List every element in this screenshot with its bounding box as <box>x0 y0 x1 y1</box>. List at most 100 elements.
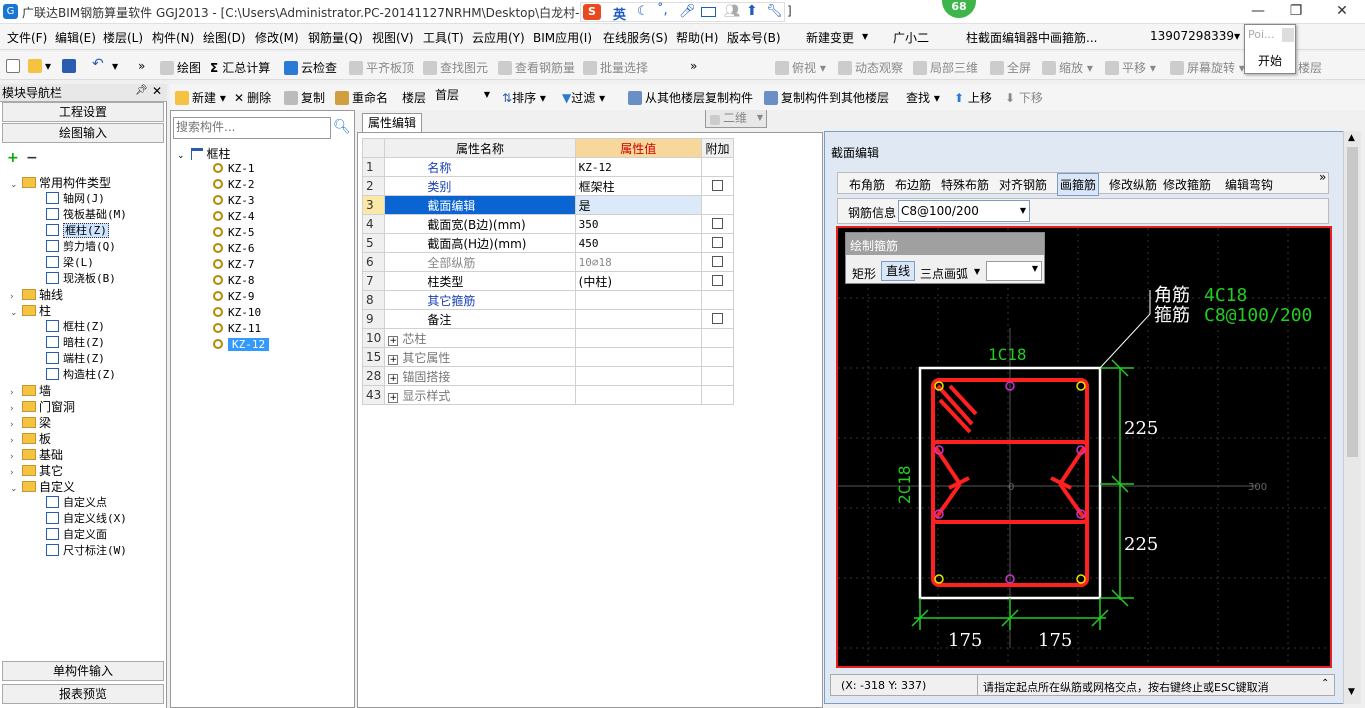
scroll-up-icon[interactable]: ▲ <box>1348 133 1355 143</box>
more-icon[interactable]: » <box>138 59 145 73</box>
component-item[interactable]: KZ-10 <box>213 305 261 319</box>
property-name[interactable]: + 锚固搭接 <box>384 366 576 386</box>
cloud-check-button[interactable]: 云检查 <box>284 59 337 76</box>
tree-collapse-icon[interactable]: ⌄ <box>10 180 22 190</box>
tree-collapse-icon[interactable]: ⌄ <box>177 151 185 161</box>
property-value[interactable]: (中柱) <box>574 271 702 291</box>
nav-tree-item[interactable]: 端柱(Z) <box>46 350 105 366</box>
section-tab[interactable]: 对齐钢筋 <box>999 176 1047 193</box>
draw-mode-arc[interactable]: 三点画弧 <box>920 265 968 282</box>
copy-button[interactable]: 复制 <box>284 89 325 106</box>
pan-button[interactable]: 平移 ▾ <box>1105 59 1156 76</box>
expand-icon[interactable]: + <box>388 354 399 365</box>
single-input-button[interactable]: 单构件输入 <box>2 661 164 681</box>
property-value[interactable]: 450 <box>574 233 702 253</box>
move-up-button[interactable]: ⬆ 上移 <box>954 89 992 106</box>
nav-tree-item[interactable]: ⌄ 自定义 <box>10 478 75 495</box>
menu-modify[interactable]: 修改(M) <box>255 29 299 46</box>
property-value[interactable] <box>574 290 702 310</box>
nav-tree-item[interactable]: › 其它 <box>10 462 63 479</box>
rename-button[interactable]: 重命名 <box>335 89 388 106</box>
property-name[interactable]: 类别 <box>384 176 576 196</box>
rebar-info-select[interactable]: C8@100/200 ▼ <box>898 200 1030 222</box>
dynamic-view-button[interactable]: 动态观察 <box>838 59 903 76</box>
nav-tree-item[interactable]: › 梁 <box>10 414 51 431</box>
ime-mode-label[interactable]: 英 <box>613 4 626 23</box>
sogou-icon[interactable]: S <box>583 4 601 20</box>
property-value[interactable]: 350 <box>574 214 702 234</box>
draw-mode-rectangle[interactable]: 矩形 <box>852 265 876 282</box>
summary-button[interactable]: Σ 汇总计算 <box>210 59 270 76</box>
property-edit-tab[interactable]: 属性编辑 <box>362 113 422 133</box>
filter-button[interactable]: ▼过滤 ▾ <box>562 89 605 106</box>
component-item[interactable]: KZ-7 <box>213 257 255 271</box>
scroll-thumb[interactable] <box>1347 147 1358 457</box>
section-tab[interactable]: 特殊布筋 <box>941 176 989 193</box>
nav-tree-item[interactable]: › 墙 <box>10 382 51 399</box>
menu-view[interactable]: 视图(V) <box>372 29 414 46</box>
extra-checkbox[interactable] <box>711 275 723 286</box>
drawing-input-button[interactable]: 绘图输入 <box>2 123 164 143</box>
scroll-down-icon[interactable]: ▼ <box>1348 687 1355 697</box>
extra-checkbox[interactable] <box>711 313 723 324</box>
floor-select[interactable]: 首层 ▼ <box>432 87 492 105</box>
nav-tree-item[interactable]: › 轴线 <box>10 286 63 303</box>
top-view-button[interactable]: 俯视 ▾ <box>775 59 826 76</box>
batch-select-button[interactable]: 批量选择 <box>583 59 648 76</box>
find-button[interactable]: 查找 ▾ <box>906 89 940 106</box>
menu-version[interactable]: 版本号(B) <box>727 29 781 46</box>
extra-checkbox[interactable] <box>711 256 723 267</box>
property-value[interactable]: KZ-12 <box>574 157 702 177</box>
nav-tree-item[interactable]: 框柱(Z) <box>46 318 105 334</box>
property-name[interactable]: 全部纵筋 <box>384 252 576 272</box>
component-item[interactable]: KZ-8 <box>213 273 255 287</box>
copy-from-floor-button[interactable]: 从其他楼层复制构件 <box>628 89 753 106</box>
section-tab[interactable]: 修改箍筋 <box>1163 176 1211 193</box>
section-tab[interactable]: 布边筋 <box>895 176 931 193</box>
component-item[interactable]: KZ-1 <box>213 161 255 175</box>
menu-online[interactable]: 在线服务(S) <box>603 29 668 46</box>
nav-tree-item[interactable]: 暗柱(Z) <box>46 334 105 350</box>
extra-checkbox[interactable] <box>711 218 723 229</box>
nav-tree-item[interactable]: › 门窗洞 <box>10 398 75 415</box>
component-item[interactable]: KZ-5 <box>213 225 255 239</box>
section-tab[interactable]: 修改纵筋 <box>1109 176 1157 193</box>
undo-dropdown-icon[interactable]: ▼ <box>112 62 118 71</box>
property-row[interactable]: 1 名称 KZ-12 <box>361 157 735 177</box>
menu-bim[interactable]: BIM应用(I) <box>533 29 592 46</box>
property-name[interactable]: + 显示样式 <box>384 385 576 405</box>
nav-tree-item[interactable]: › 基础 <box>10 446 63 463</box>
property-row[interactable]: 5 截面高(H边)(mm) 450 <box>361 233 735 253</box>
new-component-button[interactable]: 新建 ▾ <box>175 89 226 106</box>
menu-draw[interactable]: 绘图(D) <box>203 29 246 46</box>
section-tabs-more-icon[interactable]: » <box>1319 170 1326 184</box>
keyboard-icon[interactable] <box>701 7 716 17</box>
menu-edit[interactable]: 编辑(E) <box>55 29 96 46</box>
menu-tools[interactable]: 工具(T) <box>423 29 464 46</box>
tree-expand-icon[interactable]: › <box>10 292 22 302</box>
notification-badge[interactable]: 68 <box>942 0 976 18</box>
menu-new-change[interactable]: 新建变更 <box>806 29 854 46</box>
nav-tree-item[interactable]: 框柱(Z) <box>46 222 109 238</box>
tree-expand-icon[interactable]: › <box>10 452 22 462</box>
tree-expand-icon[interactable]: › <box>10 436 22 446</box>
expand-icon[interactable]: + <box>388 335 399 346</box>
menu-assistant[interactable]: 广小二 <box>893 29 929 46</box>
account-dropdown-icon[interactable]: ▼ <box>1234 32 1240 41</box>
local-3d-button[interactable]: 局部三维 <box>913 59 978 76</box>
draw-mode-select[interactable]: ▼ <box>986 261 1042 281</box>
property-value[interactable]: 框架柱 <box>574 176 702 196</box>
rotate-button[interactable]: 屏幕旋转 ▾ <box>1170 59 1245 76</box>
punct-icon[interactable]: ˚, <box>657 3 668 18</box>
draw-button[interactable]: 绘图 <box>160 59 201 76</box>
nav-tree-item[interactable]: 现浇板(B) <box>46 270 116 286</box>
level-top-button[interactable]: 平齐板顶 <box>349 59 414 76</box>
tree-collapse-icon[interactable]: ⌄ <box>10 484 22 494</box>
property-name[interactable]: 柱类型 <box>384 271 576 291</box>
nav-close-icon[interactable]: ✕ <box>152 84 162 98</box>
property-value[interactable]: 是 <box>574 195 702 215</box>
property-name[interactable]: 截面编辑 <box>384 195 576 215</box>
nav-tree-item[interactable]: 构造柱(Z) <box>46 366 116 382</box>
status-scroll-icon[interactable]: ⌃ <box>1321 678 1329 689</box>
property-row[interactable]: 10 + 芯柱 <box>361 328 735 348</box>
